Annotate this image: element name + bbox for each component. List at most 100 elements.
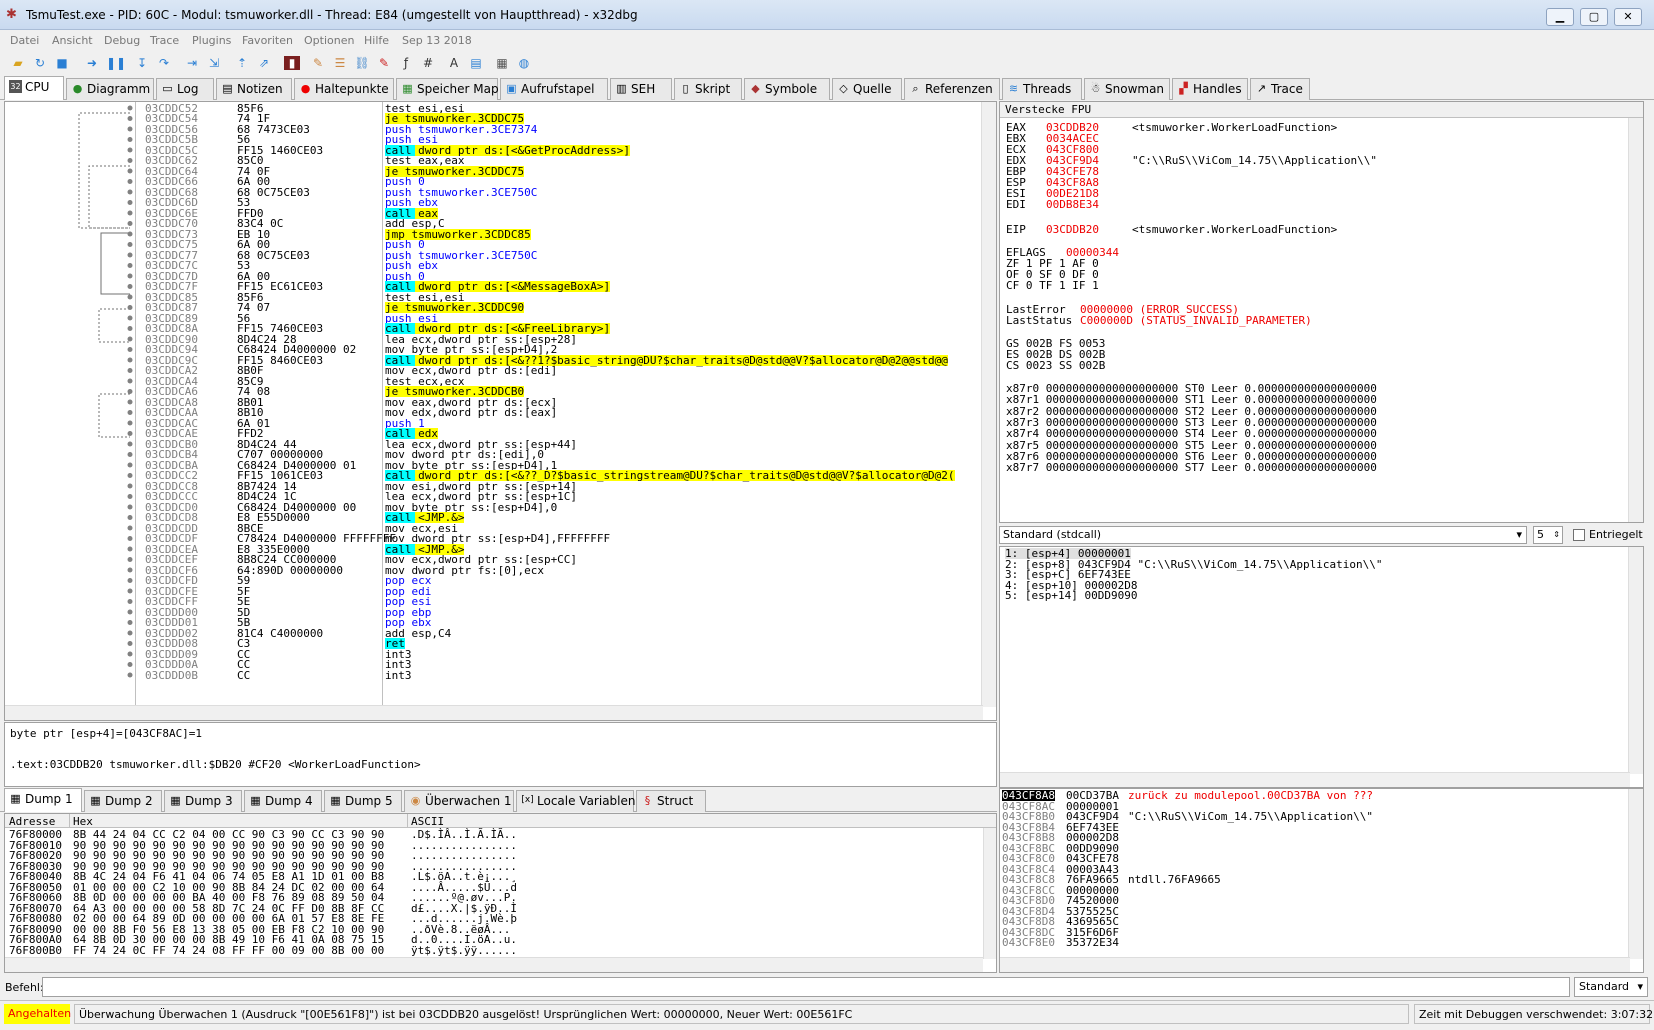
fpu-register-line[interactable]: x87r4 00000000000000000000 ST4 Leer 0.00… [1006,428,1377,439]
tab-threads[interactable]: ≋ Threads [1002,78,1082,100]
arguments-pane[interactable]: 1: [esp+4] 00000001 2: [esp+8] 043CF9D4 "… [999,546,1644,788]
fpu-register-line[interactable]: x87r7 00000000000000000000 ST7 Leer 0.00… [1006,462,1377,473]
command-mode-select[interactable]: Standard ▾ [1574,977,1648,997]
menu-debug[interactable]: Debug [104,34,140,47]
close-button[interactable]: ✕ [1614,8,1642,26]
argument-line[interactable]: 5: [esp+14] 00DD9090 [1005,590,1137,601]
trace-over-icon[interactable]: ⇲ [206,56,222,70]
dump-ascii[interactable]: ÿt$.ÿt$.ÿÿ...... [411,945,517,956]
dump-icon: ▦ [170,794,181,807]
calling-convention-select[interactable]: Standard (stdcall) ▾ [999,526,1527,544]
tab-dump-1[interactable]: ▦ Dump 1 [4,788,82,812]
stack-scrollbar-h[interactable] [1000,957,1630,972]
stop-icon[interactable]: ■ [54,56,70,70]
fpu-register-line[interactable]: x87r5 00000000000000000000 ST5 Leer 0.00… [1006,440,1377,451]
stack-value[interactable]: 35372E34 [1066,937,1119,948]
scylla-icon[interactable]: ▮ [284,56,300,70]
command-input[interactable] [42,977,1570,997]
tab-log[interactable]: ▭ Log [156,78,214,100]
disassembly-scrollbar-h[interactable] [5,705,983,720]
calculator-icon[interactable]: ▦ [494,56,510,70]
tab-trace[interactable]: ↗ Trace [1250,78,1310,100]
source-icon: ◇ [839,82,848,95]
menu-favorites[interactable]: Favoriten [242,34,293,47]
font-icon[interactable]: A [446,56,462,70]
registers-scrollbar[interactable] [1628,118,1643,522]
dump-scrollbar-v[interactable] [983,828,996,959]
tab-graph[interactable]: ● Diagramm [66,78,154,100]
menu-plugins[interactable]: Plugins [192,34,231,47]
spinner-arrows-icon: ⇕ [1553,530,1560,539]
minimize-button[interactable]: ▁ [1546,8,1574,26]
register-value[interactable]: 03CDDB20 [1046,224,1099,235]
tab-watch-1[interactable]: ◉ Überwachen 1 [404,790,514,812]
registers-pane[interactable]: Verstecke FPU EAX 03CDDB20 <tsmuworker.Wor… [999,101,1644,523]
disassembly-scrollbar-v[interactable] [981,102,996,707]
stack-scrollbar-v[interactable] [1628,789,1643,959]
maximize-button[interactable]: ▢ [1580,8,1608,26]
tab-snowman[interactable]: ☃ Snowman [1084,78,1170,100]
trace-icon: ↗ [1256,82,1267,95]
register-name: LastStatus [1006,314,1073,327]
tab-call-stack[interactable]: ▣ Aufrufstapel [500,78,608,100]
arguments-scrollbar-v[interactable] [1628,547,1643,774]
tab-struct[interactable]: § Struct [636,790,706,812]
hash-icon[interactable]: # [420,56,436,70]
tab-cpu[interactable]: 32 CPU [4,76,64,100]
open-folder-icon[interactable]: ▰ [10,56,26,70]
step-over-icon[interactable]: ↷ [156,56,172,70]
tab-script[interactable]: ▯ Skript [674,78,742,100]
hide-fpu-button[interactable]: Verstecke FPU [1000,102,1643,118]
tab-references[interactable]: ⌕ Referenzen [904,78,1000,100]
run-to-user-code-icon[interactable]: ⇗ [256,56,272,70]
log-icon: ▭ [162,82,173,95]
disasm-row[interactable]: 03CDDD0B CC int3 [5,670,985,681]
stack-address: 043CF8E0 [1002,936,1055,949]
tab-source[interactable]: ◇ Quelle [832,78,902,100]
tab-notes[interactable]: ▤ Notizen [216,78,292,100]
comments-icon[interactable]: ☰ [332,56,348,70]
unlocked-checkbox[interactable] [1573,529,1585,541]
step-into-icon[interactable]: ↧ [134,56,150,70]
calling-convention-value: Standard (stdcall) [1003,528,1102,541]
menu-file[interactable]: Datei [10,34,39,47]
fpu-register-line[interactable]: x87r1 00000000000000000000 ST1 Leer 0.00… [1006,394,1377,405]
stack-view[interactable]: 043CF8A8 00CD37BA zurück zu modulepool.00C… [999,788,1644,973]
tab-breakpoints[interactable]: ● Haltepunkte [294,78,394,100]
bookmarks-icon[interactable]: ✎ [376,56,392,70]
argument-count-spinner[interactable]: 5 ⇕ [1533,526,1563,544]
tab-handles[interactable]: ▞ Handles [1172,78,1248,100]
restart-icon[interactable]: ↻ [32,56,48,70]
tab-memory-map[interactable]: ▦ Speicher Map [396,78,499,100]
register-value[interactable]: 00DB8E34 [1046,199,1099,210]
chevron-down-icon: ▾ [1637,980,1643,993]
tab-seh[interactable]: ▥ SEH [610,78,672,100]
disassembly-view[interactable]: 03CDDC52 85F6 test esi,esi 03CDDC54 74 1F je … [4,101,997,721]
patch-icon[interactable]: ✎ [310,56,326,70]
tab-dump-2[interactable]: ▦ Dump 2 [84,790,162,812]
dump-hex[interactable]: FF 74 24 0C FF 74 24 08 FF FF 00 09 00 8… [73,945,384,956]
pause-icon[interactable]: ❚❚ [106,56,126,70]
functions-icon[interactable]: ƒ [398,56,414,70]
arguments-scrollbar-h[interactable] [1000,772,1630,787]
menu-help[interactable]: Hilfe [364,34,389,47]
segment-line[interactable]: CS 0023 SS 002B [1006,360,1105,371]
run-icon[interactable]: ➜ [84,56,100,70]
globe-icon[interactable]: ◍ [516,56,532,70]
execute-till-return-icon[interactable]: ⇡ [234,56,250,70]
menu-options[interactable]: Optionen [304,34,354,47]
menu-trace[interactable]: Trace [150,34,179,47]
dump-scrollbar-h[interactable] [5,957,983,972]
flags-line[interactable]: CF 0 TF 1 IF 1 [1006,280,1099,291]
menu-view[interactable]: Ansicht [52,34,93,47]
dump-view[interactable]: Adresse Hex ASCII 76F80000 8B 44 24 04 CC… [4,813,997,973]
tab-dump-3[interactable]: ▦ Dump 3 [164,790,242,812]
tab-local-variables[interactable]: [x] Locale Variablen [516,790,636,812]
trace-into-icon[interactable]: ⇥ [184,56,200,70]
module-icon[interactable]: ▤ [468,56,484,70]
tab-symbols[interactable]: ◆ Symbole [744,78,830,100]
tab-dump-5[interactable]: ▦ Dump 5 [324,790,402,812]
tab-dump-4[interactable]: ▦ Dump 4 [244,790,322,812]
fpu-register-line[interactable]: x87r2 00000000000000000000 ST2 Leer 0.00… [1006,406,1377,417]
labels-icon[interactable]: ⛓ [354,56,370,70]
